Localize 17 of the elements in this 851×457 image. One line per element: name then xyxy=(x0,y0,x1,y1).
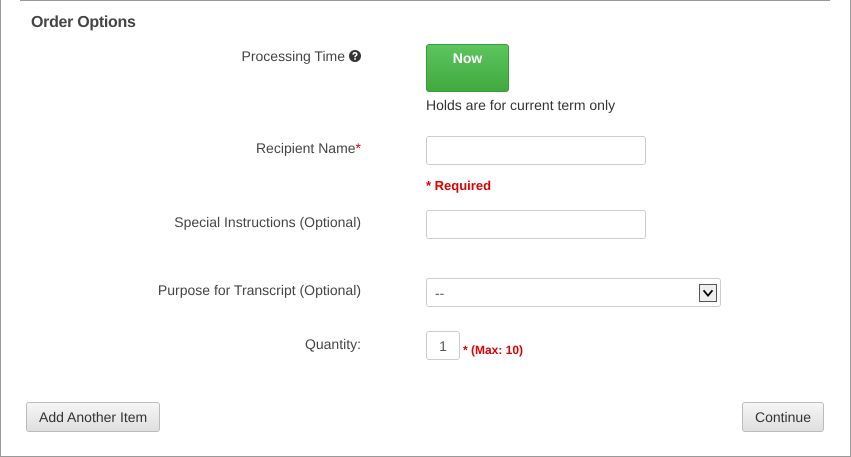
field-label: Purpose for Transcript (Optional) xyxy=(158,281,361,300)
max-hint: * (Max: 10) xyxy=(463,343,524,357)
field-label: Special Instructions (Optional) xyxy=(174,213,361,232)
add-item-button[interactable]: Add Another Item xyxy=(26,402,160,432)
section-title: Order Options xyxy=(30,13,137,33)
field-label: Recipient Name* xyxy=(256,139,361,158)
purpose-select[interactable]: -- xyxy=(426,278,721,307)
note-text: Holds are for current term only xyxy=(426,97,616,113)
field-label: Processing Time xyxy=(242,44,361,136)
help-icon[interactable] xyxy=(349,50,361,62)
special-instructions-field[interactable] xyxy=(426,210,646,239)
continue-button[interactable]: Continue xyxy=(742,402,824,432)
quantity-field[interactable]: 1 xyxy=(426,331,460,360)
recipient-name-field[interactable] xyxy=(426,136,646,165)
caret-icon xyxy=(699,284,717,302)
error-text: * Required xyxy=(426,178,492,193)
field-label: Quantity: xyxy=(304,335,361,354)
